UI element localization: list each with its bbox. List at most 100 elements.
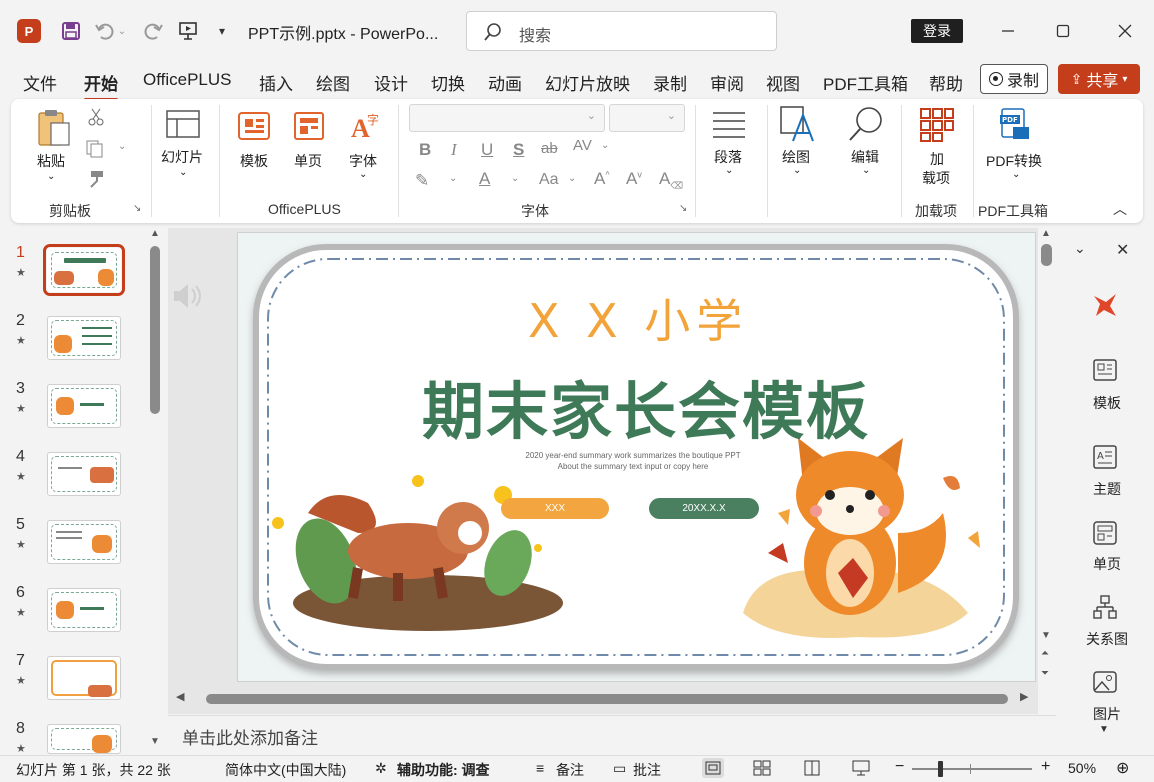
tab-pdf-toolbox[interactable]: PDF工具箱	[823, 70, 908, 95]
panel-theme-label[interactable]: 主题	[1060, 479, 1154, 499]
tab-home[interactable]: 开始	[84, 70, 118, 101]
slide-thumbnail[interactable]	[47, 520, 121, 564]
clear-formatting-icon[interactable]: A⌫	[659, 169, 683, 191]
fit-to-window-icon[interactable]: ⊕	[1116, 758, 1129, 778]
panel-more-icon[interactable]: ▼	[1099, 724, 1109, 735]
font-name-select[interactable]: ⌄	[409, 104, 605, 132]
clipboard-launcher-icon[interactable]: ↘	[133, 203, 141, 214]
strikethrough-icon[interactable]: ab	[541, 140, 558, 157]
slide-subtitle-line2[interactable]: About the summary text input or copy her…	[438, 462, 828, 471]
copy-dropdown-icon[interactable]: ⌄	[118, 141, 126, 152]
tab-record[interactable]: 录制	[653, 70, 687, 95]
font-launcher-icon[interactable]: ↘	[679, 203, 687, 214]
font-style-button[interactable]: 字体	[349, 151, 377, 171]
search-box[interactable]: 搜索	[466, 11, 777, 51]
accessibility-status[interactable]: 辅助功能: 调查	[397, 760, 490, 780]
cut-icon[interactable]	[87, 107, 105, 130]
slide-thumbnail[interactable]	[47, 656, 121, 700]
slide-thumbnail[interactable]	[43, 244, 125, 296]
scroll-up-icon[interactable]: ▲	[150, 228, 160, 239]
drawing-dropdown-icon[interactable]: ⌄	[793, 165, 801, 176]
slide-thumbnail[interactable]	[47, 724, 121, 754]
normal-view-icon[interactable]	[702, 758, 724, 778]
font-color-dropdown-icon[interactable]: ⌄	[511, 173, 519, 184]
slide-subtitle-line1[interactable]: 2020 year-end summary work summarizes th…	[438, 451, 828, 460]
tab-slideshow[interactable]: 幻灯片放映	[545, 70, 630, 95]
comments-icon[interactable]: ▭	[613, 760, 626, 777]
paste-button[interactable]: 粘贴	[37, 151, 65, 171]
panel-diagram-label[interactable]: 关系图	[1060, 629, 1154, 649]
login-button[interactable]: 登录	[911, 19, 963, 43]
maximize-icon[interactable]	[1048, 16, 1078, 46]
save-icon[interactable]	[58, 18, 84, 44]
paste-icon[interactable]	[35, 107, 75, 152]
zoom-out-icon[interactable]: −	[895, 758, 904, 776]
slide-sorter-icon[interactable]	[753, 760, 771, 779]
change-case-dropdown-icon[interactable]: ⌄	[568, 173, 576, 184]
addins-label-line2[interactable]: 载项	[922, 168, 950, 188]
scroll-left-icon[interactable]: ◀	[176, 690, 184, 703]
undo-dropdown-icon[interactable]: ⌄	[116, 18, 128, 44]
customize-toolbar-icon[interactable]: ▾	[213, 18, 231, 44]
tab-view[interactable]: 视图	[766, 70, 800, 95]
panel-picture-label[interactable]: 图片	[1060, 704, 1154, 724]
font-style-icon[interactable]: A字	[349, 111, 381, 144]
paragraph-dropdown-icon[interactable]: ⌄	[725, 165, 733, 176]
badge-left[interactable]: XXX	[501, 498, 609, 519]
panel-close-icon[interactable]: ✕	[1116, 240, 1129, 260]
notes-pane[interactable]: 单击此处添加备注	[168, 715, 1056, 753]
tab-review[interactable]: 审阅	[710, 70, 744, 95]
paragraph-icon[interactable]	[711, 109, 747, 142]
tab-insert[interactable]: 插入	[259, 70, 293, 95]
badge-right[interactable]: 20XX.X.X	[649, 498, 759, 519]
drawing-icon[interactable]	[779, 105, 817, 146]
edit-dropdown-icon[interactable]: ⌄	[862, 165, 870, 176]
minimize-icon[interactable]	[993, 16, 1023, 46]
theme-panel-icon[interactable]: A	[1092, 444, 1118, 473]
slide-thumbnail[interactable]	[47, 316, 121, 360]
tab-help[interactable]: 帮助	[929, 70, 963, 95]
change-case-icon[interactable]: Aa	[539, 171, 559, 189]
scroll-down-icon[interactable]: ▼	[1041, 630, 1051, 641]
template-panel-icon[interactable]	[1092, 358, 1118, 385]
paste-dropdown-icon[interactable]: ⌄	[47, 171, 55, 182]
tab-animations[interactable]: 动画	[488, 70, 522, 95]
font-color-icon[interactable]: A	[479, 169, 490, 189]
paragraph-button[interactable]: 段落	[714, 147, 742, 167]
decrease-font-icon[interactable]: Av	[626, 169, 642, 189]
tab-file[interactable]: 文件	[23, 70, 57, 95]
drawing-button[interactable]: 绘图	[782, 147, 810, 167]
font-style-dropdown-icon[interactable]: ⌄	[359, 169, 367, 180]
zoom-in-icon[interactable]: +	[1041, 758, 1050, 776]
undo-icon[interactable]	[92, 18, 118, 44]
slide-thumbnail[interactable]	[47, 588, 121, 632]
scroll-up-icon[interactable]: ▲	[1041, 228, 1051, 239]
zoom-slider[interactable]	[912, 761, 1032, 777]
zoom-level[interactable]: 50%	[1068, 760, 1096, 776]
slide-title[interactable]: 期末家长会模板	[422, 361, 870, 451]
comments-toggle[interactable]: 批注	[633, 760, 661, 780]
italic-icon[interactable]: I	[451, 140, 457, 160]
pdf-convert-dropdown-icon[interactable]: ⌄	[1012, 169, 1020, 180]
slide-horizontal-scrollbar[interactable]: ◀ ▶	[168, 690, 1038, 708]
language-indicator[interactable]: 简体中文(中国大陆)	[225, 760, 346, 780]
notes-toggle-icon[interactable]: ≡	[536, 760, 544, 776]
slide-thumbnail[interactable]	[47, 384, 121, 428]
tab-draw[interactable]: 绘图	[316, 70, 350, 95]
template-icon[interactable]	[237, 111, 271, 144]
tab-transitions[interactable]: 切换	[431, 70, 465, 95]
pdf-convert-button[interactable]: PDF转换	[986, 151, 1042, 171]
reading-view-icon[interactable]	[804, 760, 820, 779]
text-shadow-icon[interactable]: S	[513, 140, 524, 160]
scroll-right-icon[interactable]: ▶	[1020, 690, 1028, 703]
notes-toggle[interactable]: 备注	[556, 760, 584, 780]
slide-counter[interactable]: 幻灯片 第 1 张，共 22 张	[16, 760, 171, 780]
next-slide-icon[interactable]: ⏷	[1041, 668, 1049, 679]
slides-dropdown-icon[interactable]: ⌄	[179, 167, 187, 178]
edit-button[interactable]: 编辑	[851, 147, 879, 167]
font-size-select[interactable]: ⌄	[609, 104, 685, 132]
panel-template-label[interactable]: 模板	[1060, 393, 1154, 413]
bold-icon[interactable]: B	[419, 140, 431, 160]
current-slide[interactable]: X X 小学 期末家长会模板 2020 year-end summary wor…	[237, 232, 1036, 682]
present-from-start-icon[interactable]	[175, 18, 201, 44]
